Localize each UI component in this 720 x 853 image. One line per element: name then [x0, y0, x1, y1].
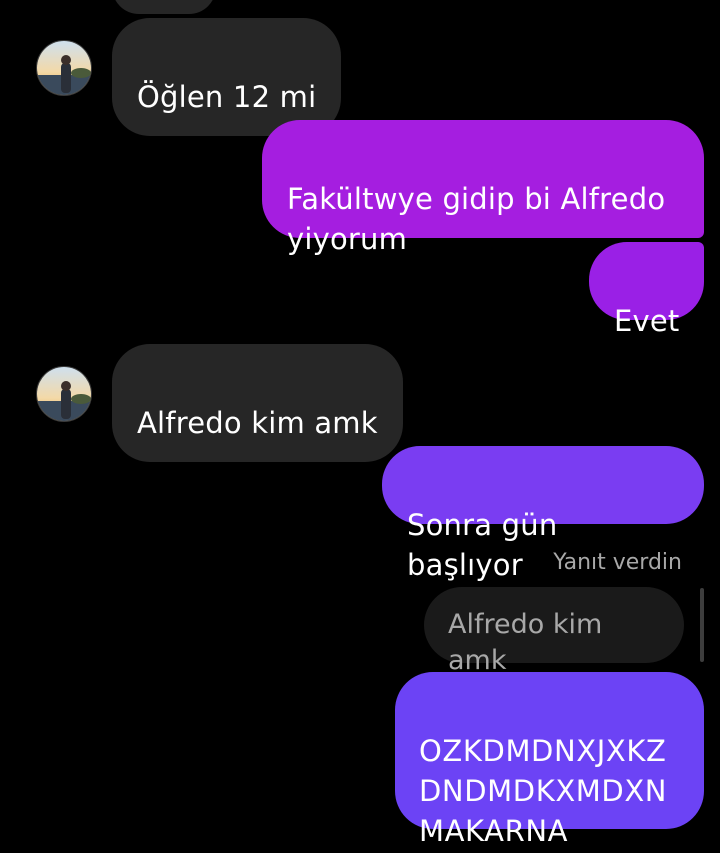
avatar[interactable]: [36, 40, 92, 96]
profile-photo-icon: [37, 367, 91, 421]
message-bubble-outgoing[interactable]: Fakültwye gidip bi Alfredo yiyorum: [262, 120, 704, 256]
reply-quoted-message[interactable]: Alfredo kim amk: [424, 587, 684, 676]
message-text: Sonra gün başlıyor: [407, 508, 558, 582]
message-text: Fakültwye gidip bi Alfredo yiyorum: [287, 182, 666, 256]
message-bubble-incoming[interactable]: Öğlen 12 mi: [112, 18, 342, 136]
quoted-text: Alfredo kim amk: [448, 609, 603, 676]
message-bubble-outgoing[interactable]: Sonra gün başlıyor: [382, 446, 704, 582]
message-text: OZKDMDNXJXKZ DNDMDKXMDXN MAKARNA: [419, 734, 668, 848]
message-bubble-incoming[interactable]: Alfredo kim amk: [112, 344, 403, 462]
message-bubble-outgoing[interactable]: OZKDMDNXJXKZ DNDMDKXMDXN MAKARNA: [395, 672, 704, 848]
message-text: Evet: [614, 304, 680, 338]
message-bubble-outgoing[interactable]: Evet: [589, 242, 704, 338]
partial-incoming-bubble: [112, 0, 216, 14]
profile-photo-icon: [37, 41, 91, 95]
message-text: Öğlen 12 mi: [137, 80, 317, 114]
avatar[interactable]: [36, 366, 92, 422]
message-text: Alfredo kim amk: [137, 406, 378, 440]
reply-indicator-bar: [700, 588, 704, 662]
reply-label: Yanıt verdin: [553, 550, 682, 575]
